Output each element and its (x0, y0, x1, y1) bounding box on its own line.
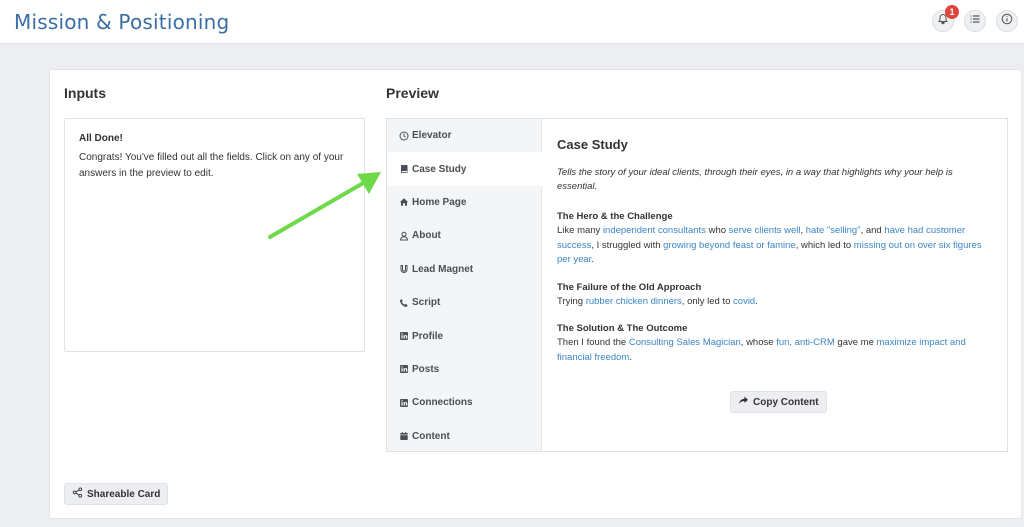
answer-link[interactable]: serve clients well (729, 225, 801, 236)
text-span: , I struggled with (591, 239, 664, 251)
shareable-card-button[interactable]: Shareable Card (64, 483, 169, 505)
share-icon (72, 487, 83, 501)
tab-lead-magnet[interactable]: Lead Magnet (387, 253, 541, 286)
list-icon (969, 12, 981, 30)
hero-text: Like many independent consultants who se… (557, 224, 992, 268)
top-icons: 1 (932, 5, 1018, 32)
solution-text: Then I found the Consulting Sales Magici… (557, 336, 992, 365)
text-span: Like many (557, 225, 603, 236)
text-span: who (705, 225, 729, 236)
tab-connections[interactable]: Connections (387, 386, 541, 419)
answer-link[interactable]: growing beyond feast or famine (663, 240, 796, 251)
solution-section: The Solution & The Outcome Then I found … (557, 322, 992, 365)
home-icon (398, 197, 409, 208)
answer-link[interactable]: covid (733, 296, 755, 307)
tab-about[interactable]: About (387, 219, 541, 252)
tab-label: Profile (412, 330, 444, 342)
text-span: . (755, 295, 758, 307)
text-span: . (629, 351, 632, 363)
tab-label: About (412, 230, 441, 242)
tab-label: Content (412, 430, 450, 442)
answer-link[interactable]: fun, anti-CRM (776, 337, 835, 348)
inputs-title: Inputs (64, 85, 106, 101)
info-button[interactable] (996, 10, 1018, 32)
info-icon (1001, 12, 1013, 30)
magnet-icon (398, 264, 409, 275)
preview-content: Case Study Tells the story of your ideal… (542, 119, 1007, 451)
linkedin-icon (398, 397, 409, 408)
text-span: gave me (834, 337, 877, 348)
answer-link[interactable]: hate "selling" (806, 225, 861, 236)
done-heading: All Done! (79, 133, 123, 144)
answer-link[interactable]: Consulting Sales Magician (629, 337, 741, 348)
tasks-button[interactable] (964, 10, 986, 32)
copy-content-button[interactable]: Copy Content (730, 391, 827, 413)
main-card: Inputs Preview All Done! Congrats! You'v… (49, 69, 1022, 519)
text-span: . (591, 254, 594, 265)
calendar-icon (398, 431, 409, 442)
tab-profile[interactable]: Profile (387, 319, 541, 352)
tab-label: Case Study (412, 163, 467, 175)
page-title: Mission & Positioning (14, 10, 230, 34)
linkedin-icon (398, 364, 409, 375)
answer-link[interactable]: rubber chicken dinners (586, 296, 682, 307)
share-arrow-icon (738, 395, 749, 409)
preview-panel: Elevator Case Study Home Page About Lead… (386, 118, 1008, 452)
hero-heading: The Hero & the Challenge (557, 211, 673, 222)
done-text: Congrats! You've filled out all the fiel… (79, 152, 344, 179)
tab-label: Home Page (412, 196, 467, 208)
tab-elevator[interactable]: Elevator (387, 119, 541, 152)
top-bar: Mission & Positioning 1 (0, 0, 1024, 44)
failure-text: Trying rubber chicken dinners, only led … (557, 295, 992, 310)
text-span: , only led to (681, 295, 734, 307)
tab-posts[interactable]: Posts (387, 353, 541, 386)
notification-badge: 1 (945, 5, 959, 19)
notifications-button[interactable]: 1 (932, 5, 959, 32)
tab-label: Connections (412, 397, 473, 409)
tab-label: Script (412, 297, 441, 309)
text-span: Trying (557, 295, 586, 307)
content-title: Case Study (557, 137, 628, 152)
inputs-panel: All Done! Congrats! You've filled out al… (64, 118, 365, 352)
user-icon (398, 230, 409, 241)
tab-content[interactable]: Content (387, 420, 541, 453)
text-span: , whose (740, 337, 777, 348)
text-span: Then I found the (557, 337, 629, 348)
text-span: , which led to (795, 239, 854, 251)
copy-content-label: Copy Content (753, 396, 819, 408)
failure-heading: The Failure of the Old Approach (557, 281, 702, 293)
tab-home-page[interactable]: Home Page (387, 186, 541, 219)
preview-tabs: Elevator Case Study Home Page About Lead… (387, 119, 542, 451)
content-intro: Tells the story of your ideal clients, t… (557, 167, 953, 192)
tab-label: Posts (412, 363, 440, 375)
tab-label: Elevator (412, 130, 452, 142)
book-icon (398, 164, 409, 175)
tab-case-study[interactable]: Case Study (387, 152, 542, 186)
linkedin-icon (398, 331, 409, 342)
phone-icon (398, 297, 409, 308)
answer-link[interactable]: independent consultants (603, 225, 706, 236)
solution-heading: The Solution & The Outcome (557, 323, 688, 334)
preview-title: Preview (386, 85, 439, 101)
text-span: , and (860, 225, 885, 236)
tab-label: Lead Magnet (412, 263, 474, 275)
failure-section: The Failure of the Old Approach Trying r… (557, 281, 992, 310)
tab-script[interactable]: Script (387, 286, 541, 319)
shareable-card-label: Shareable Card (87, 488, 161, 500)
clock-icon (398, 130, 409, 141)
hero-section: The Hero & the Challenge Like many indep… (557, 210, 992, 268)
